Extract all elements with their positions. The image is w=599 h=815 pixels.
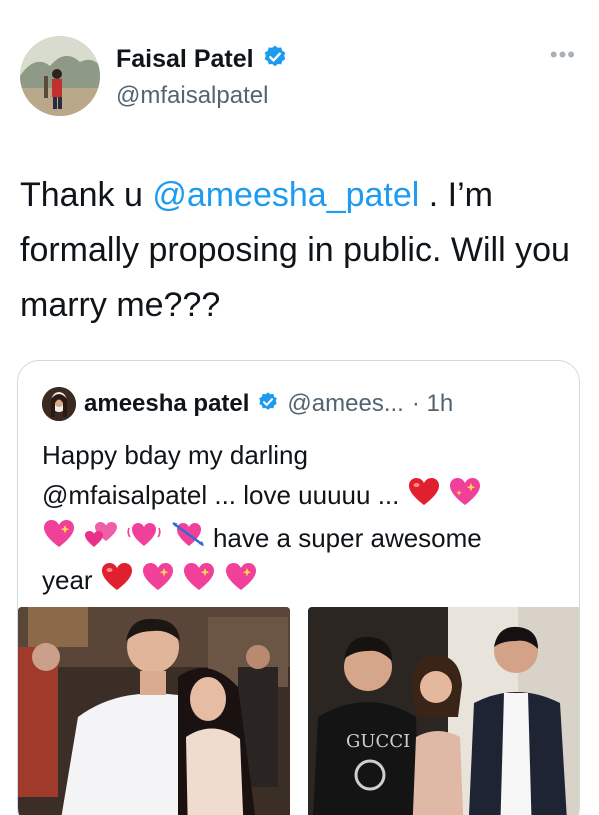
quoted-timestamp[interactable]: · 1h [412, 390, 453, 418]
quoted-line-3: have a super awesome [42, 518, 562, 561]
author-handle[interactable]: @mfaisalpatel [116, 82, 268, 110]
quoted-line-4: year [42, 560, 562, 603]
quoted-tweet-text: Happy bday my darling @mfaisalpatel ... … [42, 435, 562, 603]
quoted-author-handle[interactable]: @amees... [287, 390, 403, 418]
sparkling-heart-icon [142, 562, 174, 603]
quoted-line-1: Happy bday my darling [42, 440, 308, 470]
more-options-icon[interactable]: ••• [550, 44, 576, 66]
tweet-text: Thank u @ameesha_patel . I’m formally pr… [20, 168, 585, 333]
heart-with-arrow-icon [171, 519, 205, 560]
two-hearts-icon [84, 519, 118, 560]
svg-text:GUCCI: GUCCI [346, 731, 410, 752]
quoted-photo-2[interactable]: GUCCI [308, 607, 579, 815]
quoted-line-4-text: year [42, 565, 93, 596]
author-avatar[interactable] [20, 36, 100, 116]
quoted-author-avatar[interactable] [42, 387, 76, 421]
tweet-text-before: Thank u [20, 176, 153, 214]
quoted-tweet-card[interactable]: ameesha patel @amees... · 1h Happy bday … [17, 360, 580, 815]
quoted-tweet-header: ameesha patel @amees... · 1h [42, 387, 453, 421]
quoted-line-3-text: have a super awesome [212, 522, 482, 553]
verified-badge-icon [262, 44, 288, 75]
author-name[interactable]: Faisal Patel [116, 45, 254, 74]
quoted-line-2: @mfaisalpatel ... love uuuuu ... [42, 475, 562, 518]
sparkling-heart-icon [43, 519, 75, 560]
quoted-line-2-text: @mfaisalpatel ... love uuuuu ... [42, 480, 400, 510]
tweet-header: Faisal Patel @mfaisalpatel ••• [20, 36, 580, 120]
sparkling-heart-icon [183, 562, 215, 603]
sparkling-heart-icon [449, 477, 481, 518]
red-heart-icon [408, 477, 440, 518]
tweet-mention-link[interactable]: @ameesha_patel [152, 176, 419, 214]
red-heart-icon [101, 562, 133, 603]
beating-heart-icon [127, 519, 162, 560]
quoted-author-name[interactable]: ameesha patel [84, 390, 249, 418]
quoted-photo-1[interactable] [18, 607, 290, 815]
verified-badge-icon [257, 391, 279, 418]
quoted-media-grid: GUCCI [18, 607, 579, 815]
sparkling-heart-icon [225, 562, 257, 603]
